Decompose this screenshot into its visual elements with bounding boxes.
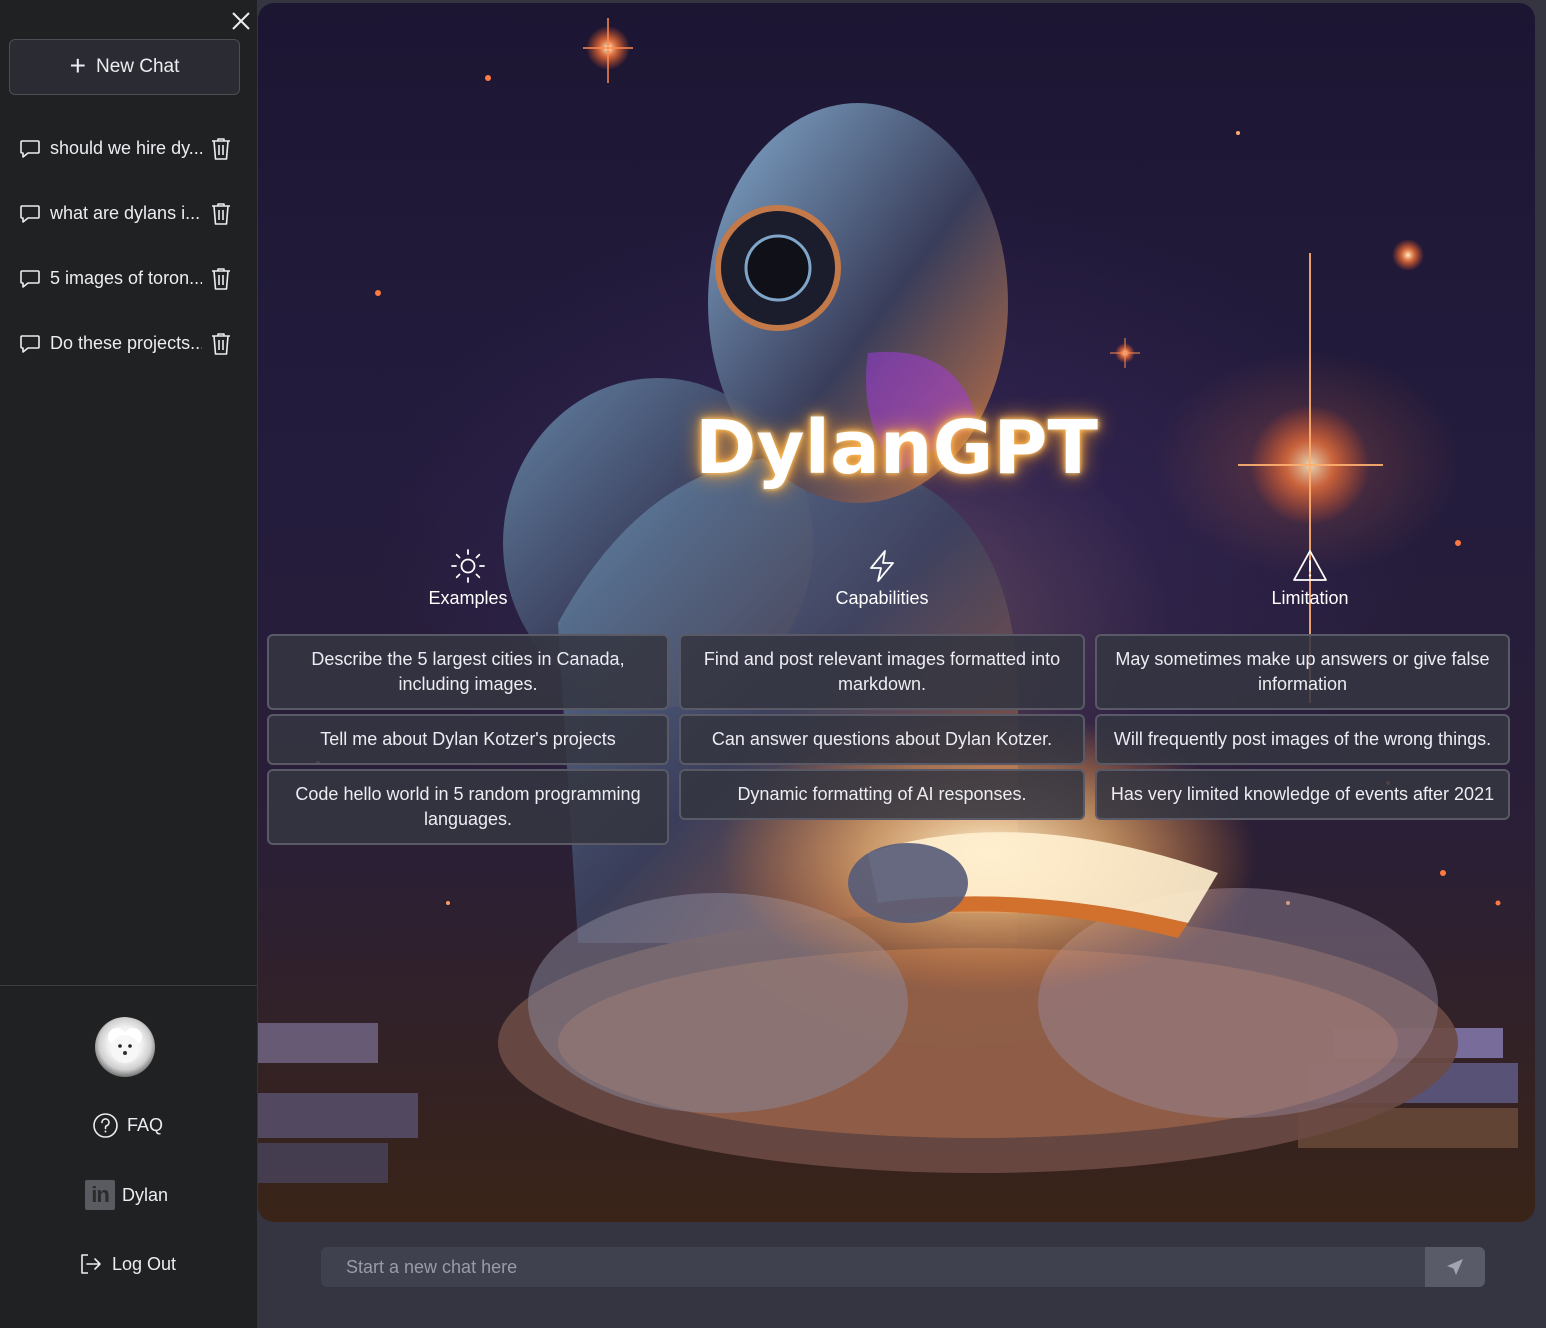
card-text: Dynamic formatting of AI responses. xyxy=(737,784,1027,804)
linkedin-icon: in xyxy=(85,1180,115,1210)
column-heading-label: Limitation xyxy=(1271,588,1349,608)
plus-icon: + xyxy=(69,49,86,81)
logout-label: Log Out xyxy=(112,1253,177,1274)
hero-panel: DylanGPT Examples Capabilities Limitatio… xyxy=(258,3,1535,1222)
example-prompt-card[interactable]: Code hello world in 5 random programming… xyxy=(267,769,669,845)
column-heading-label: Capabilities xyxy=(835,588,929,608)
card-text: Code hello world in 5 random programming… xyxy=(295,784,641,829)
chat-history-item[interactable]: what are dylans i... xyxy=(0,181,257,246)
limitation-card: Has very limited knowledge of events aft… xyxy=(1095,769,1510,820)
chat-history-item[interactable]: 5 images of toron... xyxy=(0,246,257,311)
logout-button[interactable]: Log Out xyxy=(78,1251,176,1277)
send-button[interactable] xyxy=(1425,1247,1485,1287)
chat-history-item[interactable]: should we hire dy... xyxy=(0,116,257,181)
chat-title: what are dylans i... xyxy=(50,203,201,223)
example-prompt-card[interactable]: Describe the 5 largest cities in Canada,… xyxy=(267,634,669,710)
linkedin-label: Dylan xyxy=(122,1184,169,1205)
column-heading-examples: Examples xyxy=(368,548,568,609)
chat-history-item[interactable]: Do these projects... xyxy=(0,311,257,376)
card-text: Will frequently post images of the wrong… xyxy=(1113,729,1492,749)
trash-icon[interactable] xyxy=(209,201,233,227)
chat-input[interactable] xyxy=(321,1247,1426,1287)
column-heading-label: Examples xyxy=(428,588,508,608)
logout-icon xyxy=(81,1254,101,1274)
chat-title: 5 images of toron... xyxy=(50,268,202,288)
card-text: Describe the 5 largest cities in Canada,… xyxy=(311,649,625,694)
warning-triangle-icon xyxy=(1293,550,1327,581)
trash-icon[interactable] xyxy=(209,136,233,162)
linkedin-link[interactable]: in Dylan xyxy=(85,1180,168,1210)
close-icon xyxy=(232,12,250,30)
limitation-card: May sometimes make up answers or give fa… xyxy=(1095,634,1510,710)
faq-link[interactable]: FAQ xyxy=(92,1112,163,1139)
send-arrow-icon xyxy=(1447,1259,1463,1275)
column-heading-limitation: Limitation xyxy=(1210,548,1410,609)
capability-card: Dynamic formatting of AI responses. xyxy=(679,769,1085,820)
robot-reading-illustration xyxy=(258,18,1518,1183)
lightning-icon xyxy=(870,550,894,582)
chat-bubble-icon xyxy=(20,269,40,288)
new-chat-button[interactable]: + New Chat xyxy=(9,39,240,95)
trash-icon[interactable] xyxy=(209,331,233,357)
chat-bubble-icon xyxy=(20,139,40,158)
card-text: May sometimes make up answers or give fa… xyxy=(1115,649,1490,694)
chat-title: should we hire dy... xyxy=(50,138,202,158)
capability-card: Can answer questions about Dylan Kotzer. xyxy=(679,714,1085,765)
card-text: Has very limited knowledge of events aft… xyxy=(1110,784,1495,804)
chat-title: Do these projects... xyxy=(50,333,202,353)
card-text: Tell me about Dylan Kotzer's projects xyxy=(320,729,616,749)
capability-card: Find and post relevant images formatted … xyxy=(679,634,1085,710)
card-text: Can answer questions about Dylan Kotzer. xyxy=(711,729,1053,749)
card-text: Find and post relevant images formatted … xyxy=(703,649,1061,694)
dog-avatar-icon xyxy=(108,1028,142,1063)
chat-history-list: should we hire dy... what are dylans i..… xyxy=(0,116,257,376)
chat-bubble-icon xyxy=(20,334,40,353)
help-circle-icon xyxy=(93,1113,118,1138)
example-prompt-card[interactable]: Tell me about Dylan Kotzer's projects xyxy=(267,714,669,765)
faq-label: FAQ xyxy=(127,1115,164,1135)
sun-icon xyxy=(451,549,485,583)
chat-bubble-icon xyxy=(20,204,40,223)
trash-icon[interactable] xyxy=(209,266,233,292)
avatar[interactable] xyxy=(95,1017,155,1077)
sidebar: + New Chat should we hire dy... what are… xyxy=(0,0,257,1328)
column-heading-capabilities: Capabilities xyxy=(782,548,982,609)
brand-title: DylanGPT xyxy=(694,405,1099,491)
new-chat-label: New Chat xyxy=(95,56,180,77)
close-sidebar-button[interactable] xyxy=(228,8,254,34)
sidebar-divider xyxy=(0,985,257,986)
limitation-card: Will frequently post images of the wrong… xyxy=(1095,714,1510,765)
